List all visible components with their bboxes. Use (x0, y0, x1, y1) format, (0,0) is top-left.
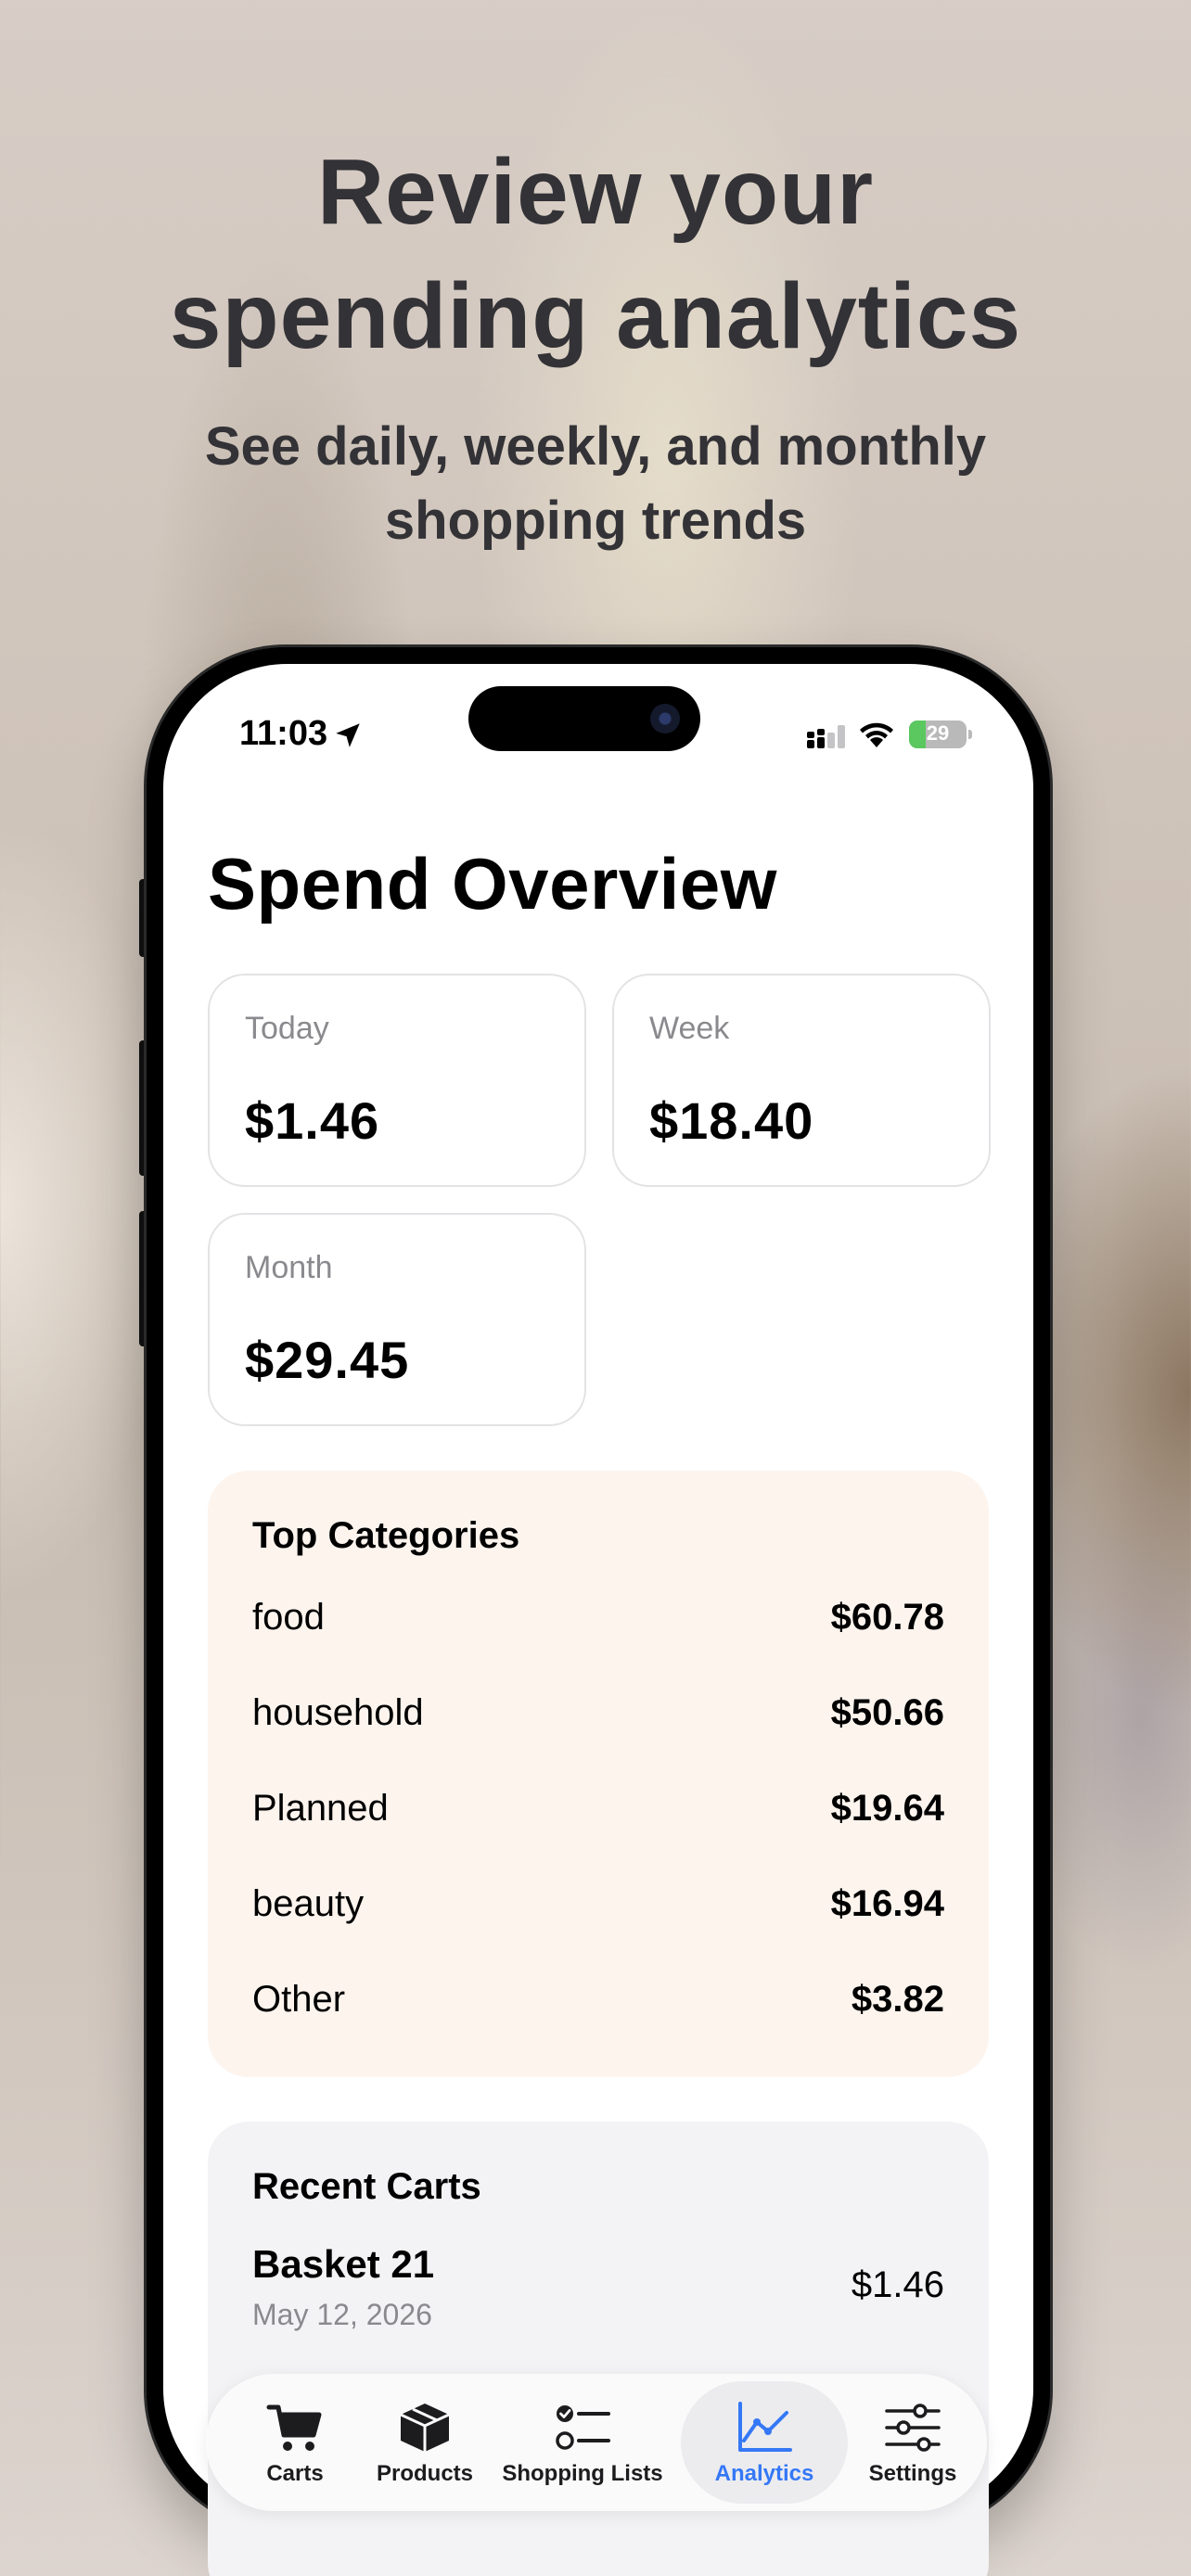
category-row[interactable]: Planned $19.64 (252, 1788, 944, 1843)
category-amount: $19.64 (830, 1788, 944, 1829)
recent-carts-title: Recent Carts (252, 2166, 481, 2207)
stat-label: Month (245, 1250, 333, 1285)
checklist-icon (556, 2405, 610, 2450)
cart-amount: $1.46 (851, 2264, 944, 2305)
tab-carts[interactable]: Carts (232, 2381, 358, 2504)
cellular-signal-icon (807, 725, 845, 748)
category-name: household (252, 1692, 424, 1733)
status-time: 11:03 (239, 714, 328, 753)
subline-line-2: shopping trends (384, 491, 807, 551)
stat-value: $18.40 (649, 1091, 814, 1150)
stat-value: $29.45 (245, 1331, 410, 1389)
tab-label: Settings (868, 2461, 957, 2486)
tab-label: Carts (266, 2461, 324, 2486)
stat-card-week: Week $18.40 (612, 974, 991, 1187)
stat-label: Week (649, 1011, 730, 1046)
subline-line-1: See daily, weekly, and monthly (204, 416, 987, 477)
chart-line-icon (738, 2402, 792, 2452)
category-row[interactable]: Other $3.82 (252, 1979, 944, 2034)
category-row[interactable]: beauty $16.94 (252, 1883, 944, 1939)
tab-shopping-lists[interactable]: Shopping Lists (492, 2381, 673, 2504)
promo-subheadline: See daily, weekly, and monthly shopping … (0, 410, 1191, 558)
box-icon (400, 2404, 450, 2452)
cart-date: May 12, 2026 (252, 2298, 432, 2331)
camera-icon (650, 704, 680, 733)
sliders-icon (885, 2404, 941, 2452)
category-name: Other (252, 1979, 346, 2020)
category-name: Planned (252, 1788, 389, 1829)
tab-label: Analytics (714, 2461, 814, 2486)
wifi-icon (860, 722, 893, 747)
category-amount: $3.82 (851, 1979, 944, 2020)
cart-icon (266, 2404, 322, 2451)
tab-label: Shopping Lists (502, 2461, 663, 2486)
stat-card-month: Month $29.45 (208, 1213, 586, 1426)
top-categories-title: Top Categories (252, 1515, 520, 1556)
cart-name: Basket 21 (252, 2242, 435, 2286)
category-row[interactable]: food $60.78 (252, 1597, 944, 1652)
location-arrow-icon (336, 723, 360, 747)
promo-headline: Review your spending analytics (0, 130, 1191, 378)
battery-tip (968, 730, 972, 739)
category-name: beauty (252, 1883, 365, 1924)
category-amount: $50.66 (830, 1692, 944, 1733)
stat-card-today: Today $1.46 (208, 974, 586, 1187)
category-amount: $16.94 (830, 1883, 944, 1924)
page-title: Spend Overview (208, 843, 777, 925)
headline-line-1: Review your (316, 140, 875, 244)
top-categories-card: Top Categories food $60.78 household $50… (208, 1471, 989, 2077)
category-amount: $60.78 (830, 1597, 944, 1638)
tab-analytics[interactable]: Analytics (681, 2381, 848, 2504)
tab-settings[interactable]: Settings (850, 2381, 976, 2504)
headline-line-2: spending analytics (169, 264, 1022, 368)
tab-label: Products (376, 2461, 473, 2486)
category-name: food (252, 1597, 325, 1638)
battery-percentage: 29 (926, 721, 950, 745)
tab-products[interactable]: Products (362, 2381, 488, 2504)
stat-label: Today (245, 1011, 329, 1046)
battery-charging-icon: 29 (909, 721, 967, 748)
stat-value: $1.46 (245, 1091, 380, 1150)
dynamic-island (468, 686, 700, 751)
category-row[interactable]: household $50.66 (252, 1692, 944, 1748)
tab-bar: Carts Products Shopping Lists Analytics (206, 2374, 987, 2511)
